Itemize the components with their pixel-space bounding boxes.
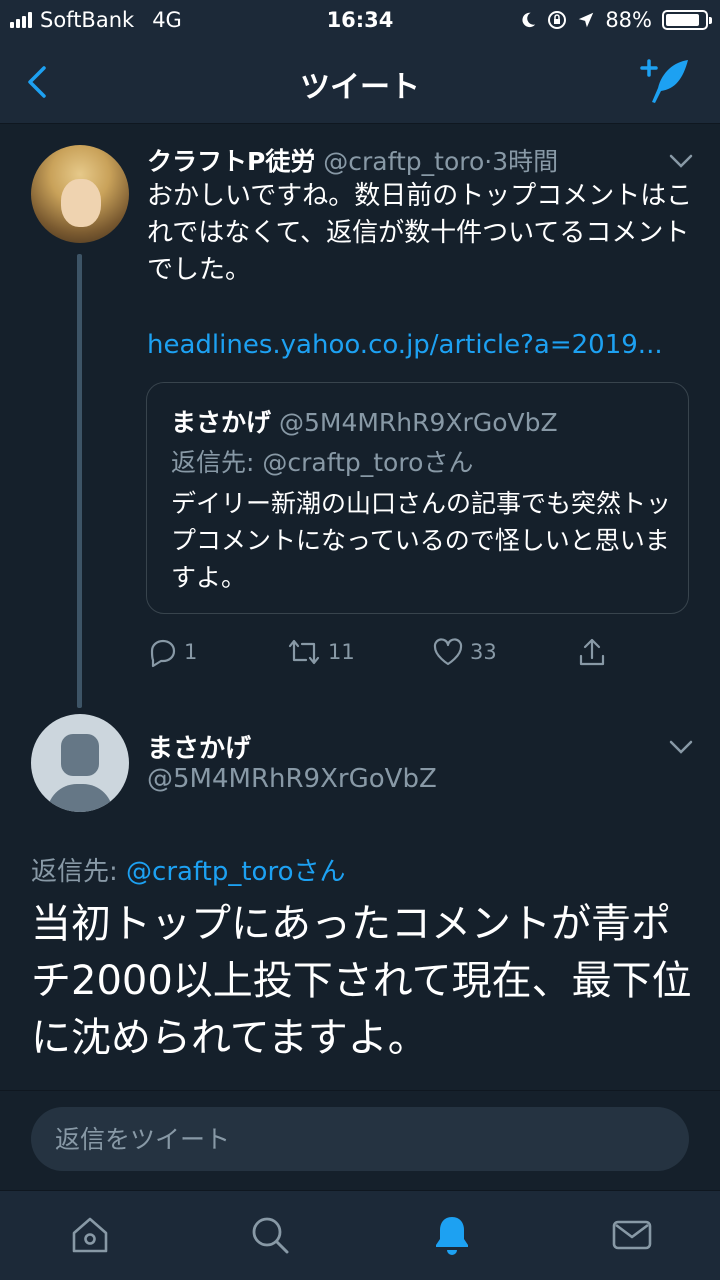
reply-to-label: 返信先: bbox=[31, 857, 127, 887]
notifications-icon[interactable] bbox=[430, 1213, 474, 1257]
heart-icon bbox=[433, 638, 463, 666]
like-button[interactable]: 33 bbox=[432, 636, 497, 668]
reply-to-mention[interactable]: @craftp_toroさん bbox=[126, 857, 345, 887]
retweet-icon bbox=[288, 639, 320, 665]
author-name[interactable]: クラフトP徒労 bbox=[147, 147, 315, 176]
tweet-text: 当初トップにあったコメントが青ポチ2000以上投下されて現在、最下位に沈められて… bbox=[31, 901, 692, 1061]
avatar[interactable] bbox=[31, 714, 129, 812]
compose-tweet-button[interactable] bbox=[638, 56, 694, 106]
messages-icon[interactable] bbox=[610, 1213, 654, 1257]
search-icon[interactable] bbox=[248, 1213, 292, 1257]
tweet-actions: 1 11 33 bbox=[146, 636, 626, 676]
quote-author-handle: @5M4MRhR9XrGoVbZ bbox=[278, 408, 558, 437]
retweet-count: 11 bbox=[328, 640, 355, 664]
author-name[interactable]: まさかげ bbox=[147, 728, 251, 765]
page-title: ツイート bbox=[300, 70, 420, 105]
share-button[interactable] bbox=[576, 636, 608, 668]
thread-line bbox=[77, 254, 82, 708]
quote-author-name: まさかげ bbox=[171, 408, 272, 437]
retweet-button[interactable]: 11 bbox=[286, 636, 355, 668]
tab-bar bbox=[0, 1190, 720, 1280]
reply-to: 返信先: @craftp_toroさん bbox=[31, 851, 345, 888]
reply-button[interactable]: 1 bbox=[146, 636, 197, 668]
reply-area bbox=[0, 1090, 720, 1190]
quote-reply-to: 返信先: @craftp_toroさん bbox=[171, 448, 474, 477]
chevron-down-icon[interactable] bbox=[668, 738, 694, 756]
quoted-tweet[interactable]: まさかげ @5M4MRhR9XrGoVbZ 返信先: @craftp_toroさ… bbox=[146, 382, 689, 614]
moon-icon bbox=[522, 12, 536, 28]
reply-count: 1 bbox=[184, 640, 198, 664]
quote-text: デイリー新潮の山口さんの記事でも突然トップコメントになっているので怪しいと思いま… bbox=[171, 489, 672, 592]
battery-percent: 88% bbox=[605, 8, 652, 32]
tweet-link[interactable]: headlines.yahoo.co.jp/article?a=2019... bbox=[147, 330, 687, 360]
tweet-time: 3時間 bbox=[492, 147, 559, 176]
reply-icon bbox=[150, 639, 176, 668]
chevron-down-icon[interactable] bbox=[668, 152, 694, 170]
like-count: 33 bbox=[470, 640, 497, 664]
share-icon bbox=[579, 638, 605, 666]
author-handle[interactable]: @craftp_toro bbox=[323, 147, 484, 176]
nav-bar: ツイート bbox=[0, 40, 720, 124]
tweet-header: クラフトP徒労 @craftp_toro·3時間 bbox=[147, 142, 558, 178]
status-bar: SoftBank 4G 16:34 88% bbox=[0, 0, 720, 40]
reply-input[interactable] bbox=[31, 1107, 689, 1171]
author-handle[interactable]: @5M4MRhR9XrGoVbZ bbox=[147, 764, 437, 794]
home-icon[interactable] bbox=[68, 1213, 112, 1257]
location-icon bbox=[579, 12, 594, 28]
battery-icon bbox=[662, 10, 712, 30]
tweet-text: おかしいですね。数日前のトップコメントはこれではなくて、返信が数十件ついてるコメ… bbox=[147, 181, 693, 285]
avatar[interactable] bbox=[31, 145, 129, 243]
orientation-lock-icon bbox=[548, 11, 567, 29]
